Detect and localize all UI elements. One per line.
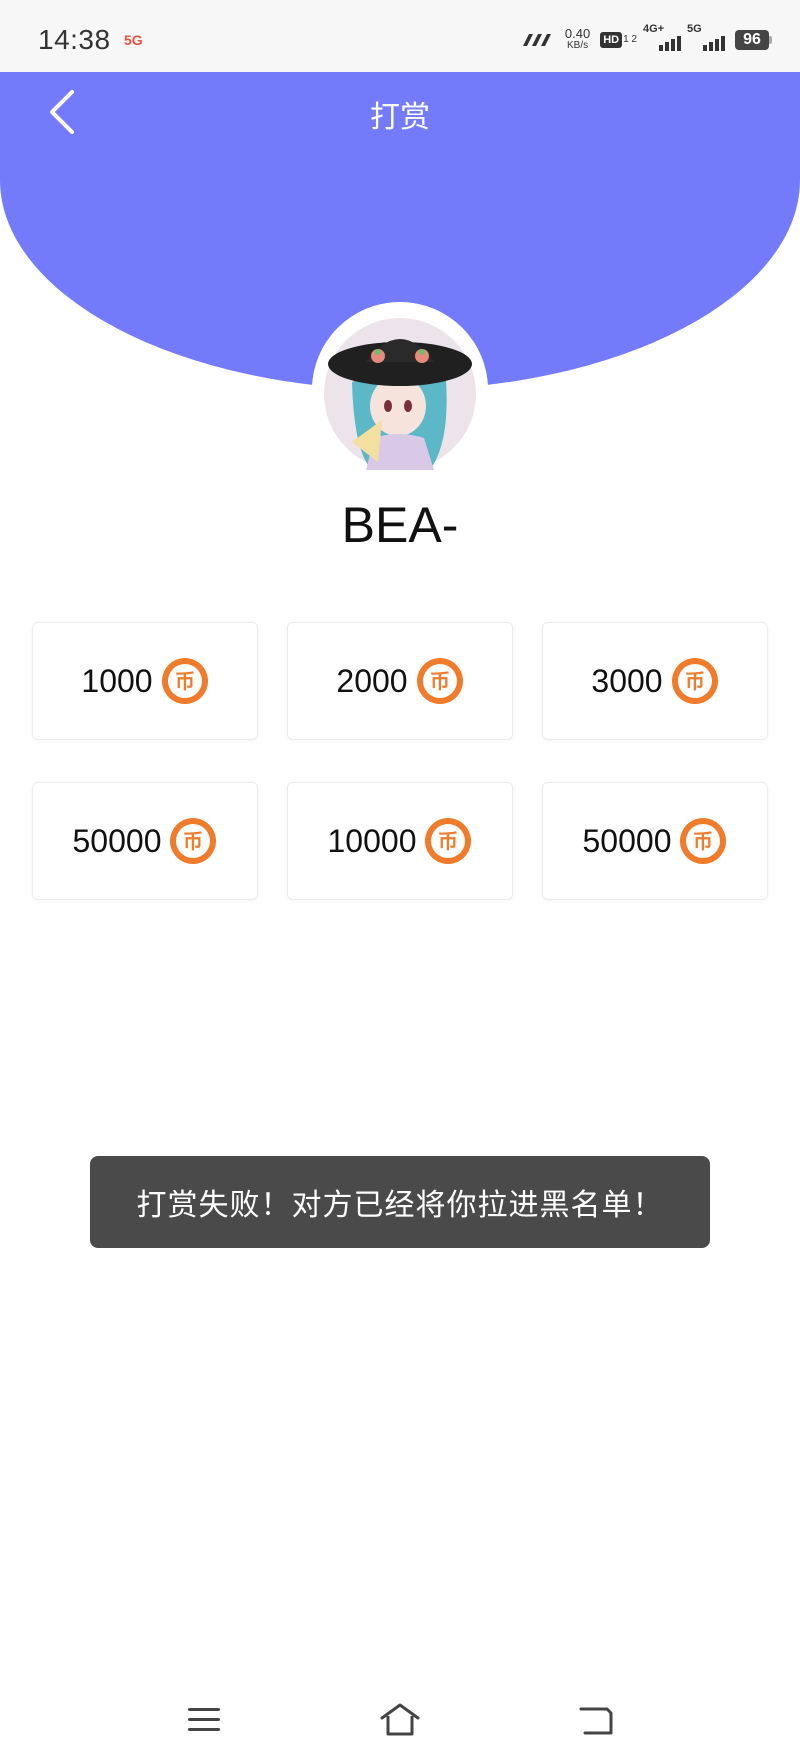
reward-amount: 50000 [582,822,672,859]
home-button[interactable] [376,1696,424,1744]
svg-text:币: 币 [685,669,705,693]
signal-icon-sim2: 5G [687,23,725,51]
status-icons: 0.40 KB/s HD 1 2 4G+ 5G 96 [521,23,772,56]
network-badge: 5G [124,32,143,48]
avatar-image [312,302,488,478]
coin-icon: 币 [671,658,718,704]
reward-option[interactable]: 2000 币 [287,622,513,740]
reward-amount: 10000 [327,822,417,859]
reward-option[interactable]: 10000 币 [287,782,513,900]
status-time: 14:38 [38,24,111,55]
back-nav-button[interactable] [572,1696,620,1744]
network-speed: 0.40 KB/s [564,26,591,52]
coin-icon: 币 [170,818,217,864]
hd-badge: HD 1 2 [600,32,637,48]
reward-option[interactable]: 50000 币 [32,782,258,900]
page-title: 打赏 [370,101,430,134]
sim1-label: 4G+ [643,23,665,35]
svg-text:币: 币 [430,669,450,693]
reward-option[interactable]: 3000 币 [542,622,768,740]
hd-label: HD [600,32,623,48]
wifi-icon [522,34,551,46]
reward-option[interactable]: 50000 币 [542,782,768,900]
toast: 打赏失败！对方已经将你拉进黑名单！ [90,1156,710,1248]
coin-icon: 币 [425,818,472,864]
hd-sub: 1 2 [623,34,637,45]
menu-button[interactable] [180,1696,228,1744]
username: BEA- [341,497,459,553]
reward-option[interactable]: 1000 币 [32,622,258,740]
reward-amount: 1000 [81,662,153,699]
svg-text:币: 币 [183,829,203,853]
battery-icon: 96 [735,30,772,50]
coin-icon: 币 [680,818,727,864]
avatar [312,302,488,478]
reward-amount: 2000 [336,662,408,699]
sim2-label: 5G [687,23,702,35]
speed-unit: KB/s [566,40,589,51]
reward-amount: 3000 [591,662,663,699]
coin-icon: 币 [416,658,463,704]
svg-text:币: 币 [175,669,195,693]
signal-icon-sim1: 4G+ [643,23,681,51]
svg-text:币: 币 [693,829,713,853]
system-nav-bar [0,1680,800,1760]
toast-message: 打赏失败！对方已经将你拉进黑名单！ [136,1189,664,1222]
battery-level: 96 [735,30,769,50]
reward-grid: 1000 币 2000 币 3000 币 50000 币 10000 币 500… [32,622,768,900]
return-icon [579,1707,613,1735]
svg-text:币: 币 [438,829,458,853]
coin-icon: 币 [161,658,208,704]
status-bar: 14:38 5G 0.40 KB/s HD 1 2 4G+ 5G 96 [0,0,800,72]
speed-value: 0.40 [564,26,591,41]
reward-amount: 50000 [72,822,162,859]
home-icon [380,1703,420,1736]
menu-icon [188,1708,220,1731]
